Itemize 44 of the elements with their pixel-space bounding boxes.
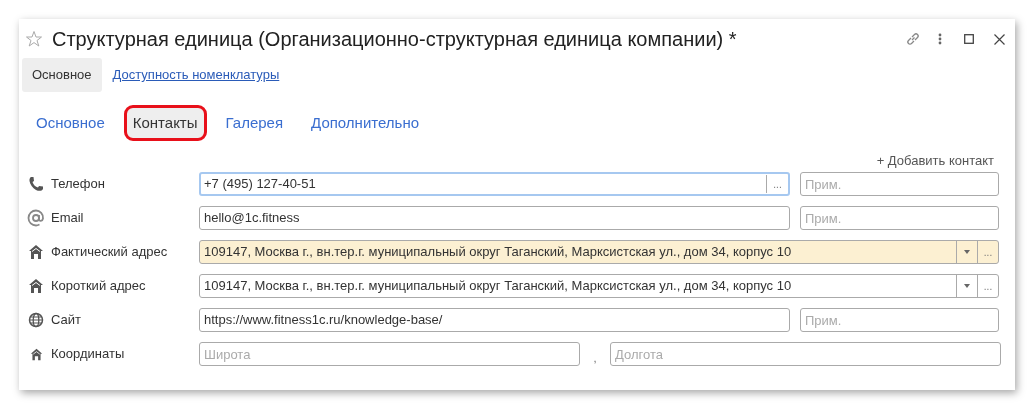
- field-value: +7 (495) 127-40-51: [203, 175, 317, 194]
- note-field[interactable]: Прим.: [800, 206, 999, 230]
- field-label: Email: [51, 209, 85, 228]
- maximize-icon[interactable]: [964, 34, 974, 44]
- caret-icon: [964, 284, 970, 288]
- note-field[interactable]: Прим.: [800, 172, 999, 196]
- ellipsis-button[interactable]: ...: [977, 241, 998, 263]
- ellipsis-button[interactable]: ...: [977, 275, 998, 297]
- close-icon[interactable]: [994, 33, 1005, 45]
- field-value: 109147, Москва г., вн.тер.г. муниципальный округ Таганский, Марксистская ул., дом 34, корпус 10: [203, 243, 793, 262]
- tab[interactable]: Контакты: [123, 105, 207, 141]
- globe-icon: [28, 312, 44, 328]
- address-field[interactable]: 109147, Москва г., вн.тер.г. муниципальный округ Таганский, Марксистская ул., дом 34, корпус 10 ...: [199, 240, 999, 264]
- address-field[interactable]: 109147, Москва г., вн.тер.г. муниципальный округ Таганский, Марксистская ул., дом 34, корпус 10 ...: [199, 274, 999, 298]
- house-icon: [28, 278, 44, 294]
- caret-icon: [964, 250, 970, 254]
- link-icon[interactable]: [905, 31, 921, 47]
- field-label: Телефон: [51, 175, 106, 194]
- field-label: Координаты: [51, 345, 126, 364]
- field-label: Фактический адрес: [51, 243, 169, 262]
- tab[interactable]: Дополнительно: [302, 105, 429, 141]
- star-icon[interactable]: [25, 30, 43, 48]
- text-field[interactable]: https://www.fitness1c.ru/knowledge-base/: [199, 308, 790, 332]
- more-icon[interactable]: [938, 32, 942, 46]
- tab[interactable]: Основное: [27, 105, 114, 141]
- house-icon: [29, 347, 43, 361]
- house-icon: [28, 244, 44, 260]
- latitude-field[interactable]: Широта: [199, 342, 580, 366]
- nomenclature-link[interactable]: Доступность номенклатуры: [111, 65, 281, 85]
- phone-icon: [28, 176, 44, 192]
- ellipsis-button[interactable]: ...: [766, 175, 788, 193]
- field-label: Короткий адрес: [51, 277, 147, 296]
- phone-field[interactable]: +7 (495) 127-40-51 ...: [199, 172, 790, 196]
- field-value: 109147, Москва г., вн.тер.г. муниципальный округ Таганский, Марксистская ул., дом 34, корпус 10: [203, 277, 793, 296]
- note-field[interactable]: Прим.: [800, 308, 999, 332]
- section-tab[interactable]: Основное: [22, 58, 102, 92]
- tab[interactable]: Галерея: [216, 105, 293, 141]
- separator: ,: [592, 350, 598, 366]
- at-sign-icon: [27, 209, 45, 227]
- window-title: Структурная единица (Организационно-структурная единица компании) *: [52, 27, 738, 52]
- text-field[interactable]: hello@1c.fitness: [199, 206, 790, 230]
- longitude-field[interactable]: Долгота: [610, 342, 1001, 366]
- field-label: Сайт: [51, 311, 82, 330]
- add-contact-link[interactable]: + Добавить контакт: [876, 151, 994, 167]
